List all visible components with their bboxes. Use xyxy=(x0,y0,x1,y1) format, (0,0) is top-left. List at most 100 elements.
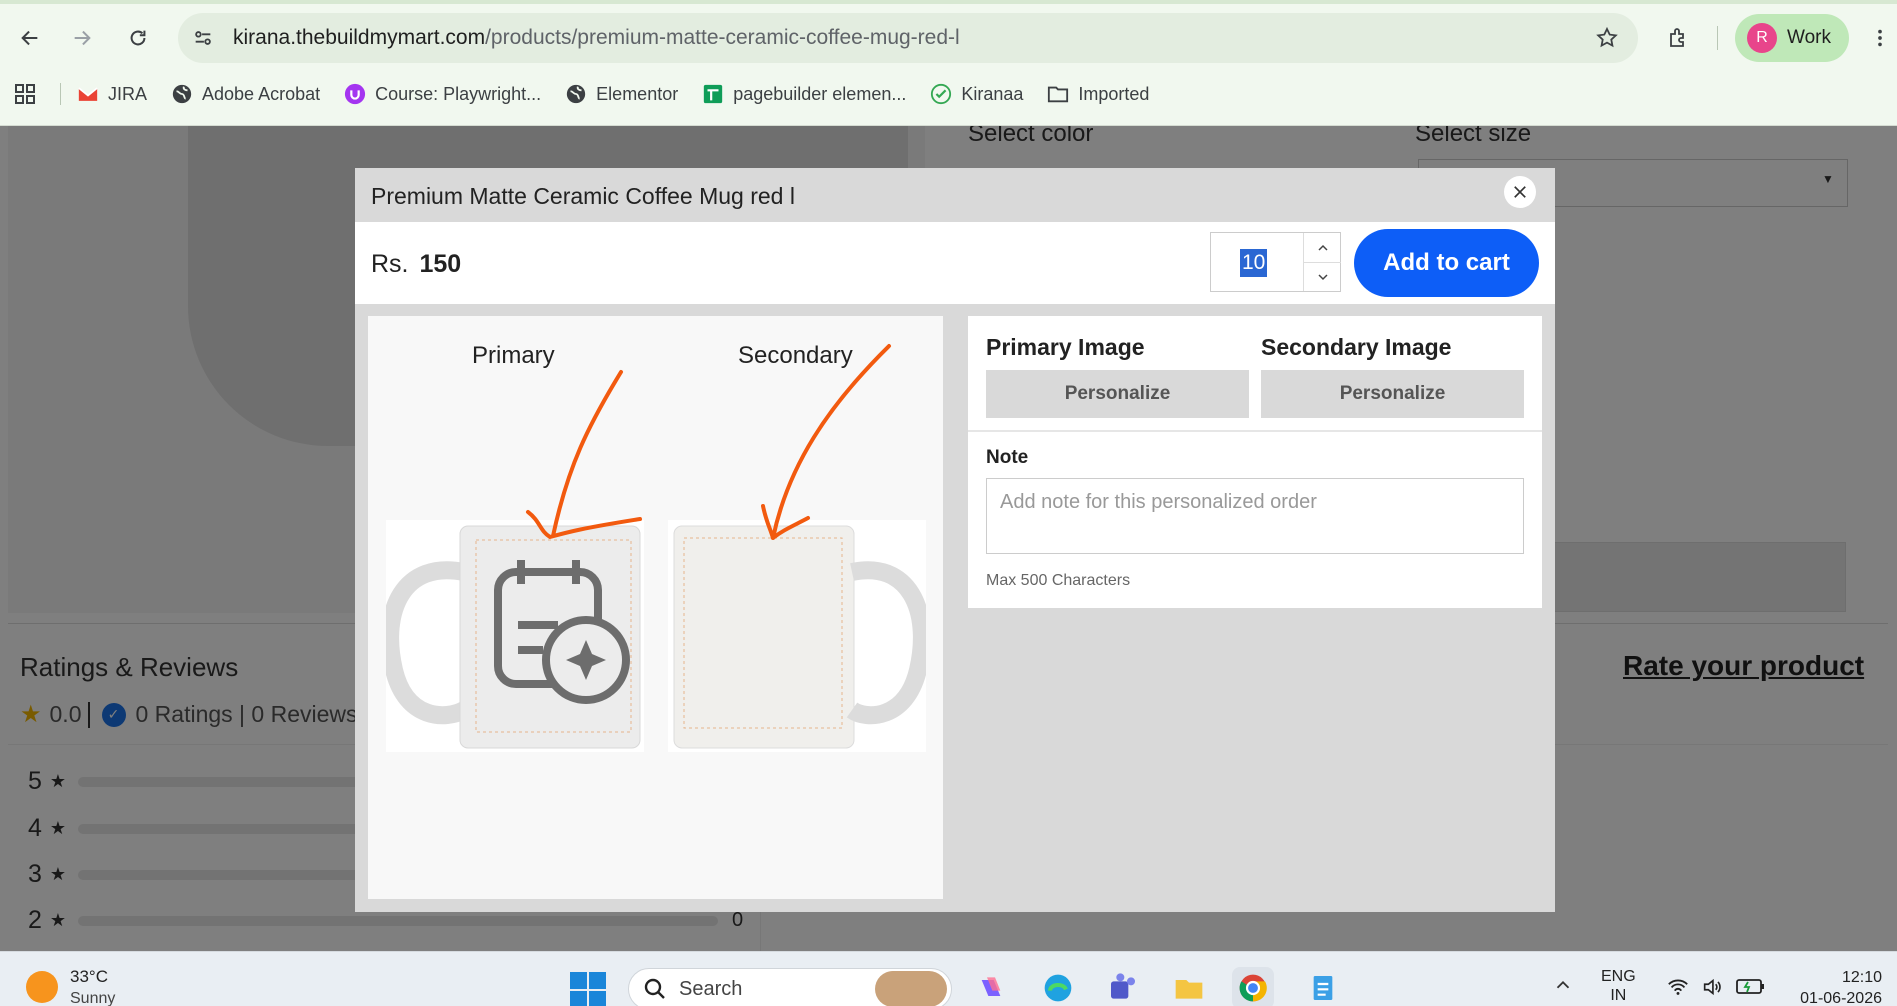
note-char-limit: Max 500 Characters xyxy=(986,572,1131,589)
bookmark-star-button[interactable] xyxy=(1590,21,1624,55)
close-icon xyxy=(1514,186,1526,198)
modal-header: Premium Matte Ceramic Coffee Mug red l xyxy=(355,168,1555,222)
check-icon xyxy=(930,83,952,105)
browser-chrome: kirana.thebuildmymart.com/products/premi… xyxy=(0,0,1897,126)
bookmark-pagebuilder[interactable]: pagebuilder elemen... xyxy=(702,83,906,105)
price-bar: Rs. 150 10 Add to cart xyxy=(355,222,1555,304)
globe-icon xyxy=(171,83,193,105)
bookmark-label: Elementor xyxy=(596,83,679,104)
region-code: IN xyxy=(1610,987,1627,1004)
modal-title: Premium Matte Ceramic Coffee Mug red l xyxy=(371,183,795,209)
volume-icon[interactable] xyxy=(1700,976,1724,1003)
file-explorer-icon[interactable] xyxy=(1168,967,1210,1006)
bookmark-label: pagebuilder elemen... xyxy=(733,83,907,104)
quantity-stepper[interactable]: 10 xyxy=(1210,232,1341,292)
wifi-icon[interactable] xyxy=(1666,976,1690,1003)
personalize-secondary-button[interactable]: Personalize xyxy=(1261,370,1524,418)
bookmark-imported[interactable]: Imported xyxy=(1047,83,1149,105)
avatar: R xyxy=(1747,23,1777,53)
weather-condition[interactable]: Sunny xyxy=(70,990,115,1006)
extensions-button[interactable] xyxy=(1660,20,1696,56)
site-info-button[interactable] xyxy=(183,18,223,58)
note-label: Note xyxy=(986,447,1029,468)
battery-icon[interactable] xyxy=(1736,976,1766,1001)
language-code: ENG xyxy=(1601,968,1636,985)
language-indicator[interactable]: ENG IN xyxy=(1601,967,1636,1005)
note-textarea[interactable]: Add note for this personalized order xyxy=(986,478,1524,554)
course-icon xyxy=(344,83,366,105)
edge-icon[interactable] xyxy=(1037,967,1079,1006)
personalize-primary-button[interactable]: Personalize xyxy=(986,370,1249,418)
price: Rs. 150 xyxy=(371,250,461,279)
toolbar-divider xyxy=(1717,26,1718,50)
forward-button[interactable] xyxy=(64,20,100,56)
bookmark-label: Adobe Acrobat xyxy=(202,83,321,104)
bookmark-label: Imported xyxy=(1078,83,1150,104)
teams-icon[interactable] xyxy=(1102,967,1144,1006)
currency-label: Rs. xyxy=(371,250,409,278)
bookmark-elementor[interactable]: Elementor xyxy=(565,83,678,105)
bookmark-kiranaa[interactable]: Kiranaa xyxy=(930,83,1023,105)
options-divider xyxy=(968,430,1542,432)
reload-button[interactable] xyxy=(120,20,156,56)
folder-icon xyxy=(1047,83,1069,105)
quantity-input[interactable]: 10 xyxy=(1240,249,1268,277)
url-path: /products/premium-matte-ceramic-coffee-m… xyxy=(485,26,960,49)
taskbar: 33°C Sunny Search ENG IN 12:10 01-06-2026 xyxy=(0,951,1897,1006)
url-domain: kirana.thebuildmymart.com xyxy=(233,26,486,49)
profile-label: Work xyxy=(1787,27,1831,48)
quantity-increment-button[interactable] xyxy=(1304,233,1341,262)
chevron-down-icon xyxy=(1317,274,1328,281)
annotation-arrows xyxy=(526,344,891,540)
search-highlight-image xyxy=(875,971,947,1006)
globe-icon xyxy=(565,83,587,105)
price-value: 150 xyxy=(419,250,462,278)
primary-image-label: Primary Image xyxy=(986,334,1145,360)
clock-time: 12:10 xyxy=(1841,969,1882,986)
copilot-icon[interactable] xyxy=(970,967,1012,1006)
windows-start-icon[interactable] xyxy=(570,972,606,1006)
url-text: kirana.thebuildmymart.com/products/premi… xyxy=(233,26,960,50)
gmail-icon xyxy=(77,83,99,105)
add-to-cart-button[interactable]: Add to cart xyxy=(1354,229,1539,297)
puzzle-icon xyxy=(1670,28,1684,47)
personalize-options: Primary Image Secondary Image Personaliz… xyxy=(968,316,1542,608)
forward-arrow-icon xyxy=(74,30,91,46)
mug-preview: Primary Secondary xyxy=(368,316,943,899)
reload-icon xyxy=(130,30,146,46)
sheets-icon xyxy=(702,83,724,105)
bookmark-course-playwright[interactable]: Course: Playwright... xyxy=(344,83,541,105)
personalize-modal: Premium Matte Ceramic Coffee Mug red l R… xyxy=(355,168,1555,912)
taskbar-search[interactable]: Search xyxy=(628,968,952,1006)
note-placeholder: Add note for this personalized order xyxy=(1000,491,1317,513)
profile-button[interactable]: R Work xyxy=(1735,14,1849,62)
apps-grid-icon[interactable] xyxy=(12,81,38,107)
chrome-icon[interactable] xyxy=(1232,967,1274,1006)
bookmarks-bar: JIRA Adobe Acrobat Course: Playwright...… xyxy=(0,74,1897,114)
system-clock[interactable]: 12:10 01-06-2026 xyxy=(1790,967,1882,1006)
chevron-up-icon[interactable] xyxy=(1552,974,1574,1001)
bookmark-label: Course: Playwright... xyxy=(375,83,542,104)
chevron-up-icon xyxy=(1317,244,1328,251)
bookmark-jira[interactable]: JIRA xyxy=(77,83,147,105)
star-icon xyxy=(1596,26,1618,48)
tune-icon xyxy=(195,31,211,45)
quantity-decrement-button[interactable] xyxy=(1304,262,1341,291)
search-icon xyxy=(644,978,665,999)
bookmarks-separator xyxy=(60,83,61,105)
bookmark-label: Kiranaa xyxy=(961,83,1024,104)
notepad-icon[interactable] xyxy=(1302,967,1344,1006)
search-label: Search xyxy=(679,977,743,1000)
weather-temperature[interactable]: 33°C xyxy=(70,967,108,987)
back-arrow-icon xyxy=(21,30,38,46)
back-button[interactable] xyxy=(12,20,48,56)
more-vertical-icon xyxy=(1878,29,1882,47)
address-bar[interactable]: kirana.thebuildmymart.com/products/premi… xyxy=(178,13,1638,63)
close-button[interactable] xyxy=(1504,176,1536,208)
bookmark-adobe-acrobat[interactable]: Adobe Acrobat xyxy=(171,83,320,105)
browser-menu-button[interactable] xyxy=(1865,20,1895,56)
tab-strip-edge xyxy=(0,0,1897,4)
secondary-image-label: Secondary Image xyxy=(1261,334,1452,360)
clock-date: 01-06-2026 xyxy=(1800,990,1882,1006)
sun-icon[interactable] xyxy=(26,971,58,1003)
